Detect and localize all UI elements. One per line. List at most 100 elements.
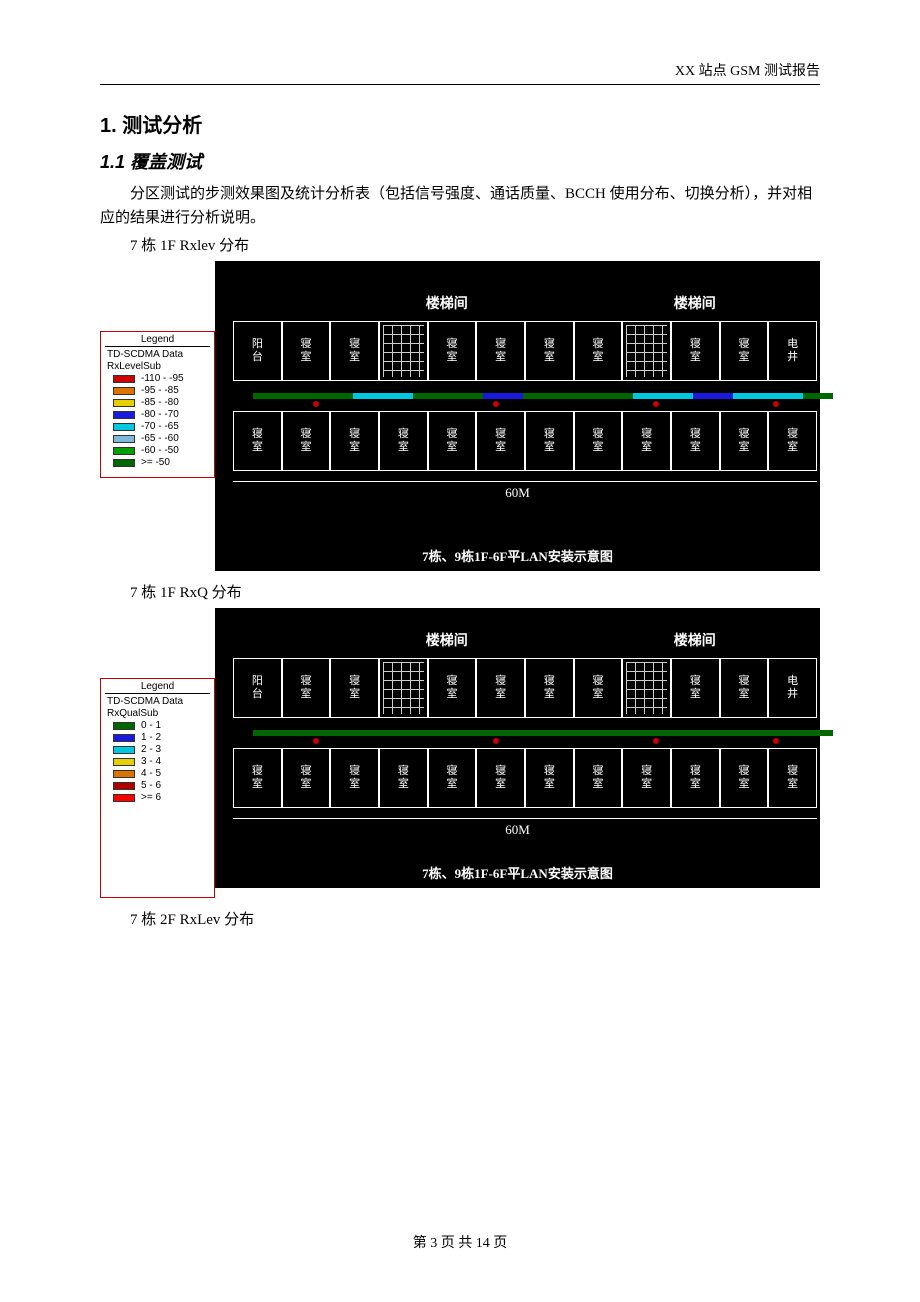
- room-cell: [622, 321, 671, 381]
- room-cell: [622, 658, 671, 718]
- room-cell: 寝室: [671, 411, 720, 471]
- track-segment: [353, 393, 413, 399]
- room-cell: 寝室: [476, 321, 525, 381]
- room-cell: 寝室: [282, 658, 331, 718]
- room-cell: 寝室: [428, 658, 477, 718]
- room-cell: 寝室: [428, 411, 477, 471]
- header-site-title: XX 站点 GSM 测试报告: [100, 60, 820, 80]
- room-cell: 寝室: [720, 658, 769, 718]
- legend-sub2: RxLevelSub: [105, 361, 210, 372]
- legend-swatch: [113, 459, 135, 467]
- room-cell: 寝室: [768, 748, 817, 808]
- stair-label: 楼梯间: [426, 630, 468, 650]
- room-cell: 阳台: [233, 321, 282, 381]
- legend-row: 0 - 1: [105, 720, 210, 731]
- plan-caption: 7栋、9栋1F-6F平LAN安装示意图: [215, 546, 820, 565]
- room-cell: 寝室: [671, 321, 720, 381]
- page-footer: 第 3 页 共 14 页: [0, 1232, 920, 1252]
- room-cell: 寝室: [525, 321, 574, 381]
- track-segment: [413, 393, 483, 399]
- room-cell: 电井: [768, 321, 817, 381]
- track-segment: [803, 393, 833, 399]
- legend-title: Legend: [105, 334, 210, 347]
- stair-label: 楼梯间: [426, 293, 468, 313]
- room-cell: 寝室: [282, 321, 331, 381]
- legend-row: -65 - -60: [105, 433, 210, 444]
- legend-row: -60 - -50: [105, 445, 210, 456]
- room-cell: 寝室: [720, 411, 769, 471]
- legend-swatch: [113, 387, 135, 395]
- track-segment: [253, 393, 353, 399]
- marker-icon: [653, 738, 659, 744]
- track-segment: [633, 393, 693, 399]
- room-cell: 寝室: [476, 658, 525, 718]
- legend-swatch: [113, 411, 135, 419]
- track-segment: [733, 393, 803, 399]
- figure1-label: 7 栋 1F Rxlev 分布: [130, 234, 820, 255]
- room-cell: 寝室: [622, 411, 671, 471]
- room-cell: 寝室: [574, 748, 623, 808]
- legend-row: >= 6: [105, 792, 210, 803]
- track-segment: [693, 393, 733, 399]
- legend-swatch: [113, 734, 135, 742]
- legend-label: 4 - 5: [141, 768, 161, 779]
- legend-label: -110 - -95: [141, 373, 184, 384]
- legend-swatch: [113, 423, 135, 431]
- legend-swatch: [113, 375, 135, 383]
- track-segment: [523, 393, 633, 399]
- room-cell: 寝室: [574, 411, 623, 471]
- legend-swatch: [113, 722, 135, 730]
- legend-sub1: TD-SCDMA Data: [105, 696, 210, 707]
- marker-icon: [313, 401, 319, 407]
- section-heading-1: 1. 测试分析: [100, 109, 820, 138]
- room-cell: [379, 321, 428, 381]
- room-cell: 寝室: [671, 658, 720, 718]
- legend-row: 4 - 5: [105, 768, 210, 779]
- legend-row: 1 - 2: [105, 732, 210, 743]
- room-cell: 寝室: [233, 411, 282, 471]
- room-cell: 寝室: [525, 658, 574, 718]
- room-cell: 寝室: [330, 748, 379, 808]
- legend-label: -70 - -65: [141, 421, 179, 432]
- track-segment: [483, 393, 523, 399]
- room-cell: 寝室: [233, 748, 282, 808]
- floorplan-rxq: 楼梯间楼梯间阳台寝室寝室寝室寝室寝室寝室寝室寝室电井寝室寝室寝室寝室寝室寝室寝室…: [215, 608, 820, 888]
- legend-label: >= 6: [141, 792, 161, 803]
- legend-label: -80 - -70: [141, 409, 179, 420]
- figure2-label: 7 栋 1F RxQ 分布: [130, 581, 820, 602]
- legend-label: 5 - 6: [141, 780, 161, 791]
- legend-row: 3 - 4: [105, 756, 210, 767]
- legend-swatch: [113, 794, 135, 802]
- legend-row: -85 - -80: [105, 397, 210, 408]
- legend-title: Legend: [105, 681, 210, 694]
- room-cell: 寝室: [720, 321, 769, 381]
- room-cell: 寝室: [282, 411, 331, 471]
- floorplan-rxlev: 楼梯间楼梯间阳台寝室寝室寝室寝室寝室寝室寝室寝室电井寝室寝室寝室寝室寝室寝室寝室…: [215, 261, 820, 571]
- legend-row: 2 - 3: [105, 744, 210, 755]
- room-cell: 寝室: [282, 748, 331, 808]
- marker-icon: [773, 401, 779, 407]
- room-cell: 寝室: [574, 658, 623, 718]
- figure3-label: 7 栋 2F RxLev 分布: [130, 908, 820, 929]
- legend-label: >= -50: [141, 457, 170, 468]
- room-cell: 电井: [768, 658, 817, 718]
- plan-caption: 7栋、9栋1F-6F平LAN安装示意图: [215, 863, 820, 882]
- legend-swatch: [113, 435, 135, 443]
- stair-label: 楼梯间: [674, 630, 716, 650]
- legend-label: -60 - -50: [141, 445, 179, 456]
- room-cell: [379, 658, 428, 718]
- marker-icon: [313, 738, 319, 744]
- room-cell: 寝室: [720, 748, 769, 808]
- room-cell: 寝室: [379, 411, 428, 471]
- room-cell: 寝室: [622, 748, 671, 808]
- legend-row: 5 - 6: [105, 780, 210, 791]
- legend-label: 3 - 4: [141, 756, 161, 767]
- stair-label: 楼梯间: [674, 293, 716, 313]
- legend-sub2: RxQualSub: [105, 708, 210, 719]
- legend-label: 1 - 2: [141, 732, 161, 743]
- legend-rxlev: Legend TD-SCDMA Data RxLevelSub -110 - -…: [100, 331, 215, 478]
- header-rule: [100, 84, 820, 85]
- marker-icon: [653, 401, 659, 407]
- room-cell: 寝室: [525, 748, 574, 808]
- legend-row: >= -50: [105, 457, 210, 468]
